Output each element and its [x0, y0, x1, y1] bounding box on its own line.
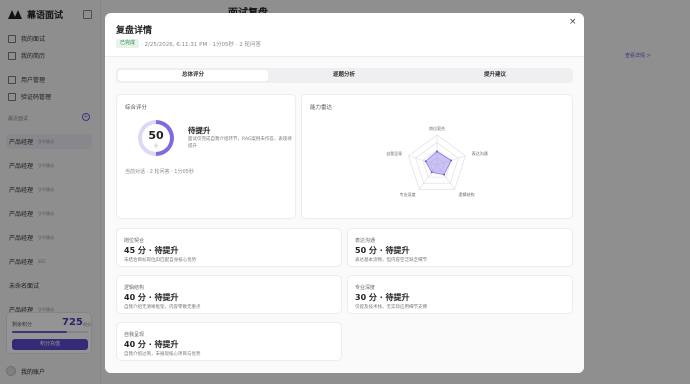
tab-suggestions[interactable]: 提升建议 [420, 70, 570, 81]
overall-score-unit: 分 [154, 143, 158, 148]
dimension-score: 40 分 · 待提升 [124, 340, 179, 349]
dimension-card: 专业深度 30 分 · 待提升 仅提及技术栈，无实际应用细节支撑 [347, 275, 573, 314]
overall-score-card: 综合评分 50 分 待提升 面试仅完成自我介绍环节，RAG案例未作答，表现待提升… [116, 94, 296, 219]
dimension-score: 50 分 · 待提升 [355, 246, 410, 255]
radar-series [425, 151, 452, 176]
score-ring-center: 50 分 [142, 124, 170, 152]
dimension-desc: 表达基本流畅，但内容空泛缺乏细节 [355, 258, 427, 263]
dimension-card: 自我呈现 40 分 · 待提升 自我介绍过简，未展现核心项目与优势 [116, 322, 342, 361]
score-ring: 50 分 [138, 120, 174, 156]
overall-footer: 当前对话 · 2 轮问答 · 1分05秒 [125, 169, 194, 175]
dimension-name: 岗位契合 [124, 238, 145, 244]
dimension-name: 表达沟通 [355, 238, 376, 244]
radar-point [436, 150, 438, 153]
overall-description: 面试仅完成自我介绍环节，RAG案例未作答，表现待提升 [188, 137, 292, 149]
ability-radar-chart: 岗位契合表达沟通逻辑结构 专业深度 自我呈现 [386, 125, 488, 197]
dimension-name: 专业深度 [355, 285, 376, 291]
dimension-card: 岗位契合 45 分 · 待提升 未结合目标岗位JD匹配自身核心优势 [116, 228, 342, 267]
overall-score: 50 [148, 129, 164, 142]
dimension-card: 表达沟通 50 分 · 待提升 表达基本流畅，但内容空泛缺乏细节 [347, 228, 573, 267]
status-badge: 已完成 [116, 39, 140, 48]
ability-radar-card: 能力雷达 岗位契合表达沟通逻辑结构 专业深度 自我呈现 [301, 94, 573, 219]
dimension-desc: 未结合目标岗位JD匹配自身核心优势 [124, 258, 197, 263]
dimension-desc: 仅提及技术栈，无实际应用细节支撑 [355, 305, 427, 310]
session-meta: · 2/25/2026, 6:11:31 PM · 1分05秒 · 2 轮问答 [141, 42, 261, 48]
card-label: 能力雷达 [310, 105, 333, 111]
radar-axis-label: 逻辑结构 [459, 191, 475, 197]
tab-overall[interactable]: 总体评分 [118, 70, 268, 81]
radar-point [424, 160, 427, 163]
dimension-card: 逻辑结构 40 分 · 待提升 自我介绍无清晰框架，内容零散无重点 [116, 275, 342, 314]
dimension-score: 40 分 · 待提升 [124, 293, 179, 302]
modal-title: 复盘详情 [116, 26, 153, 36]
radar-point [443, 173, 445, 176]
tab-question-analysis[interactable]: 逐题分析 [269, 70, 419, 81]
tab-bar: 总体评分 逐题分析 提升建议 [116, 68, 573, 83]
radar-axis-label: 表达沟通 [472, 150, 488, 156]
dimension-name: 逻辑结构 [124, 285, 145, 291]
card-label: 综合评分 [125, 105, 148, 111]
radar-axis-label: 专业深度 [399, 191, 415, 197]
dimension-score: 45 分 · 待提升 [124, 246, 179, 255]
close-icon[interactable]: × [569, 17, 577, 27]
radar-axis-label: 岗位契合 [429, 125, 445, 131]
dimension-desc: 自我介绍无清晰框架，内容零散无重点 [124, 305, 201, 310]
radar-point [430, 171, 433, 174]
radar-point [450, 159, 453, 162]
dimension-score: 30 分 · 待提升 [355, 293, 410, 302]
overall-level: 待提升 [188, 126, 211, 135]
radar-axis-label: 自我呈现 [386, 150, 402, 156]
dimension-desc: 自我介绍过简，未展现核心项目与优势 [124, 352, 201, 357]
review-detail-modal: 复盘详情 × 已完成 · 2/25/2026, 6:11:31 PM · 1分0… [105, 13, 584, 373]
dimension-name: 自我呈现 [124, 332, 145, 338]
